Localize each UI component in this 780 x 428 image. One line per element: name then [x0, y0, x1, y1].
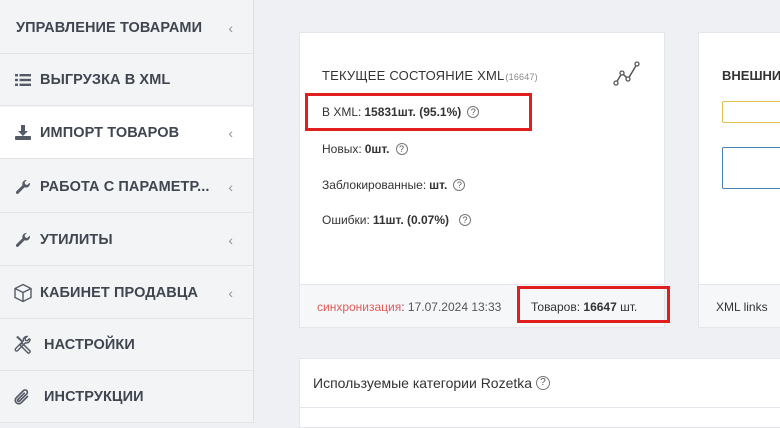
- sidebar: УПРАВЛЕНИЕ ТОВАРАМИ ‹ ВЫГРУЗКА В XML ИМП…: [0, 0, 254, 423]
- blocked-row: Заблокированные: шт.?: [322, 178, 466, 192]
- external-input[interactable]: [722, 101, 780, 123]
- card-title: Используемые категории Rozetka?: [313, 375, 551, 391]
- categories-title: Используемые категории Rozetka: [313, 375, 533, 391]
- list-icon: [12, 73, 34, 87]
- categories-card: Используемые категории Rozetka?: [299, 358, 780, 428]
- in-xml-row: В XML: 15831шт. (95.1%)?: [322, 105, 480, 119]
- sidebar-item-seller-cabinet[interactable]: КАБИНЕТ ПРОДАВЦА ‹: [0, 267, 253, 319]
- errors-value: 11шт. (0.07%): [372, 213, 450, 227]
- help-icon[interactable]: ?: [459, 214, 472, 226]
- main-content: ТЕКУЩЕЕ СОСТОЯНИЕ XML(16647) В XML: 15831…: [254, 0, 780, 428]
- sidebar-item-label: ИМПОРТ ТОВАРОВ: [40, 124, 180, 141]
- chevron-left-icon: ‹: [228, 284, 233, 301]
- wrench-icon: [12, 179, 34, 195]
- card-title-text: ТЕКУЩЕЕ СОСТОЯНИЕ XML: [322, 68, 505, 83]
- new-value: 0шт.: [364, 142, 390, 156]
- card-footer: XML links: [699, 284, 780, 327]
- card-title: ВНЕШНИ: [722, 68, 780, 83]
- tools-icon: [12, 335, 34, 355]
- sidebar-item-parameters[interactable]: РАБОТА С ПАРАМЕТР... ‹: [0, 161, 253, 213]
- sidebar-item-xml-export[interactable]: ВЫГРУЗКА В XML: [0, 54, 253, 106]
- sidebar-item-label: УТИЛИТЫ: [40, 231, 113, 248]
- paperclip-icon: [12, 387, 34, 407]
- help-icon[interactable]: ?: [395, 143, 408, 155]
- chevron-left-icon: ‹: [228, 19, 233, 36]
- sidebar-item-label: ВЫГРУЗКА В XML: [40, 71, 171, 88]
- external-card: ВНЕШНИ XML links: [698, 32, 780, 328]
- cube-icon: [12, 283, 34, 303]
- card-footer: синхронизация: 17.07.2024 13:33 Товаров:…: [300, 284, 664, 327]
- sidebar-item-import[interactable]: ИМПОРТ ТОВАРОВ ‹: [0, 107, 253, 159]
- new-label: Новых:: [322, 142, 362, 156]
- blocked-label: Заблокированные:: [322, 178, 427, 192]
- sidebar-item-instructions[interactable]: ИНСТРУКЦИИ: [0, 371, 253, 423]
- chevron-left-icon: ‹: [228, 178, 233, 195]
- new-row: Новых: 0шт.?: [322, 142, 408, 156]
- wrench-icon: [12, 232, 34, 248]
- external-textarea[interactable]: [722, 147, 780, 189]
- errors-row: Ошибки: 11шт. (0.07%)?: [322, 213, 472, 227]
- chevron-left-icon: ‹: [228, 231, 233, 248]
- trend-chart-icon[interactable]: [612, 59, 642, 94]
- card-title-count: (16647): [505, 72, 538, 82]
- errors-label: Ошибки:: [322, 213, 370, 227]
- help-icon[interactable]: ?: [467, 106, 480, 118]
- sync-link[interactable]: синхронизация: [317, 300, 401, 314]
- total-unit: шт.: [620, 300, 638, 314]
- sidebar-item-label: РАБОТА С ПАРАМЕТР...: [40, 178, 210, 195]
- sidebar-item-label: УПРАВЛЕНИЕ ТОВАРАМИ: [16, 19, 203, 36]
- sync-info: синхронизация: 17.07.2024 13:33: [317, 300, 501, 314]
- sidebar-item-label: ИНСТРУКЦИИ: [44, 388, 144, 405]
- sidebar-item-label: НАСТРОЙКИ: [44, 336, 135, 353]
- help-icon[interactable]: ?: [536, 376, 551, 390]
- total-value: 16647: [583, 300, 617, 314]
- help-icon[interactable]: ?: [453, 179, 466, 191]
- download-icon: [12, 125, 34, 140]
- divider: [300, 407, 780, 408]
- chevron-left-icon: ‹: [228, 124, 233, 141]
- card-title: ТЕКУЩЕЕ СОСТОЯНИЕ XML(16647): [322, 68, 538, 83]
- sidebar-item-product-management[interactable]: УПРАВЛЕНИЕ ТОВАРАМИ ‹: [0, 2, 253, 54]
- blocked-value: шт.: [429, 178, 448, 192]
- sidebar-item-settings[interactable]: НАСТРОЙКИ: [0, 319, 253, 371]
- sidebar-item-label: КАБИНЕТ ПРОДАВЦА: [40, 284, 199, 301]
- xml-status-card: ТЕКУЩЕЕ СОСТОЯНИЕ XML(16647) В XML: 15831…: [299, 32, 665, 328]
- in-xml-label: В XML:: [322, 105, 362, 119]
- xml-links-label[interactable]: XML links: [716, 300, 768, 314]
- sync-timestamp: : 17.07.2024 13:33: [401, 300, 502, 314]
- total-products: Товаров: 16647 шт.: [531, 300, 637, 314]
- total-label: Товаров:: [531, 300, 581, 314]
- in-xml-value: 15831шт. (95.1%): [364, 105, 462, 119]
- sidebar-item-utilities[interactable]: УТИЛИТЫ ‹: [0, 214, 253, 266]
